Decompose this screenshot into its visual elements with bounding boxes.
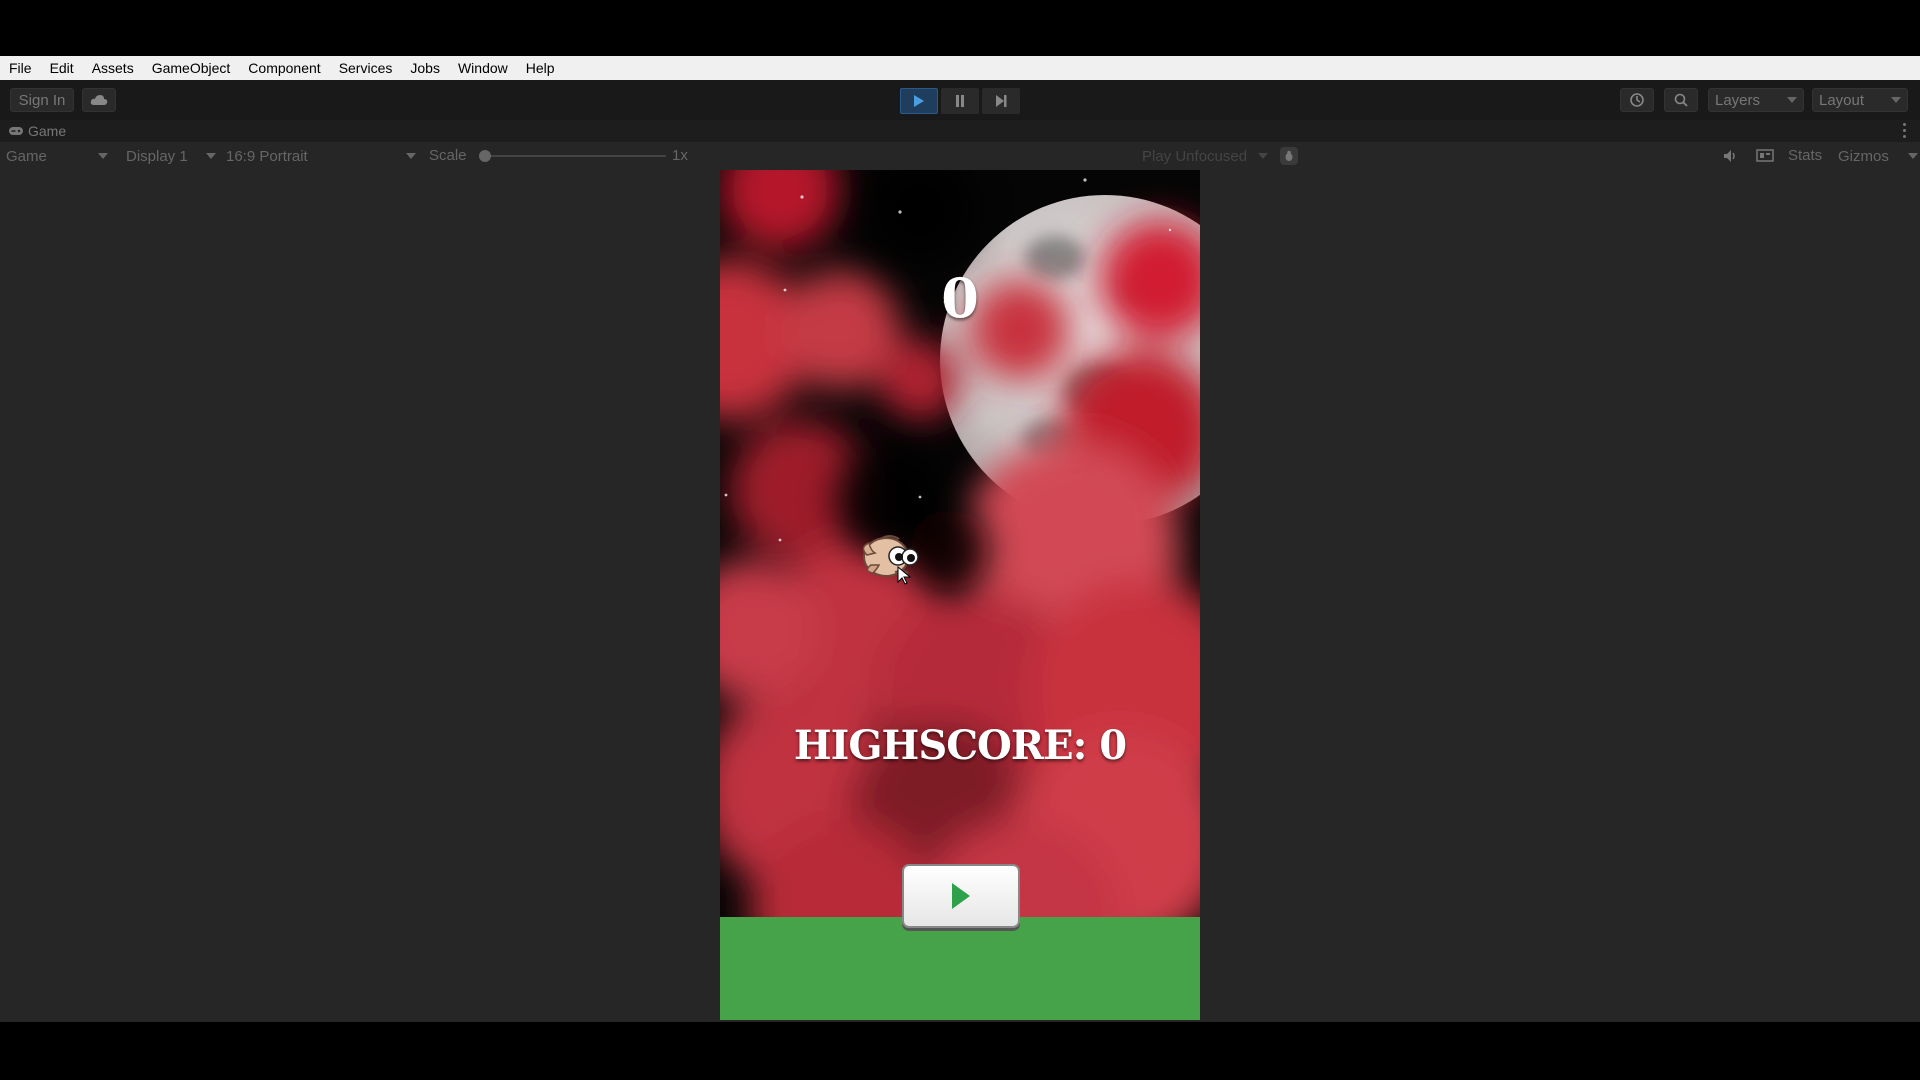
bug-icon [1285, 150, 1293, 161]
highscore-display: HIGHSCORE: 0 [793, 722, 1127, 769]
scale-label: Scale [429, 147, 467, 164]
main-toolbar: Sign In Layers Layout [0, 80, 1920, 120]
gizmos-dropdown[interactable]: Gizmos [1834, 146, 1920, 166]
more-options-icon[interactable] [1903, 123, 1906, 139]
play-focus-label: Play Unfocused [1142, 147, 1248, 165]
start-game-button[interactable] [902, 864, 1020, 928]
step-button[interactable] [982, 88, 1020, 114]
history-button[interactable] [1620, 88, 1654, 112]
play-button[interactable] [900, 88, 938, 114]
layout-dropdown[interactable]: Layout [1812, 88, 1908, 112]
aspect-label: 16:9 Portrait [226, 147, 308, 165]
scale-slider-handle[interactable] [479, 150, 491, 162]
play-icon [952, 883, 970, 909]
layout-label: Layout [1819, 91, 1865, 109]
menu-jobs[interactable]: Jobs [401, 60, 449, 76]
mute-button[interactable] [1722, 148, 1740, 168]
tab-bar: Game [0, 120, 1920, 142]
bottom-letterbox [0, 1022, 1920, 1080]
search-icon [1674, 93, 1688, 107]
layers-label: Layers [1715, 91, 1761, 109]
aspect-dropdown[interactable]: 16:9 Portrait [222, 146, 418, 166]
game-screen[interactable]: 0 HIGHSCORE: 0 [720, 170, 1200, 1020]
menu-edit[interactable]: Edit [41, 60, 83, 76]
mouse-cursor-icon [897, 566, 912, 585]
chevron-down-icon [1258, 153, 1268, 159]
game-view-toolbar: Game Display 1 16:9 Portrait Scale 1x Pl… [0, 142, 1920, 170]
game-mode-label: Game [6, 147, 47, 165]
menu-component[interactable]: Component [239, 60, 329, 76]
stats-button[interactable]: Stats [1788, 147, 1822, 164]
display-label: Display 1 [126, 147, 188, 165]
display-icon [1756, 149, 1774, 162]
score-display: 0 [941, 266, 979, 330]
scale-value: 1x [672, 147, 688, 164]
bug-button[interactable] [1280, 147, 1298, 165]
gamepad-icon [9, 127, 23, 135]
ground [720, 917, 1200, 1020]
menu-file[interactable]: File [0, 60, 41, 76]
play-focus-dropdown[interactable]: Play Unfocused [1138, 146, 1270, 166]
gizmos-label: Gizmos [1838, 147, 1889, 165]
chevron-down-icon [1908, 153, 1918, 159]
menu-bar: File Edit Assets GameObject Component Se… [0, 56, 1920, 80]
cloud-icon [90, 95, 108, 105]
chevron-down-icon [206, 153, 216, 159]
speaker-icon [1724, 150, 1735, 162]
history-icon [1630, 93, 1644, 107]
menu-help[interactable]: Help [517, 60, 564, 76]
pause-icon [956, 95, 964, 107]
menu-services[interactable]: Services [330, 60, 402, 76]
play-icon [914, 95, 924, 107]
tab-game[interactable]: Game [8, 122, 66, 140]
menu-assets[interactable]: Assets [83, 60, 143, 76]
chevron-down-icon [1891, 97, 1901, 103]
tab-label: Game [28, 123, 67, 139]
game-mode-dropdown[interactable]: Game [2, 146, 110, 166]
chevron-down-icon [98, 153, 108, 159]
stats-toggle[interactable] [1756, 148, 1774, 168]
menu-gameobject[interactable]: GameObject [143, 60, 240, 76]
chevron-down-icon [406, 153, 416, 159]
menu-window[interactable]: Window [449, 60, 517, 76]
sign-in-button[interactable]: Sign In [10, 88, 74, 112]
cloud-button[interactable] [82, 88, 116, 112]
scale-slider[interactable] [479, 150, 666, 162]
display-dropdown[interactable]: Display 1 [122, 146, 218, 166]
layers-dropdown[interactable]: Layers [1708, 88, 1804, 112]
chevron-down-icon [1787, 97, 1797, 103]
pause-button[interactable] [941, 88, 979, 114]
search-button[interactable] [1664, 88, 1698, 112]
step-icon [996, 95, 1007, 107]
